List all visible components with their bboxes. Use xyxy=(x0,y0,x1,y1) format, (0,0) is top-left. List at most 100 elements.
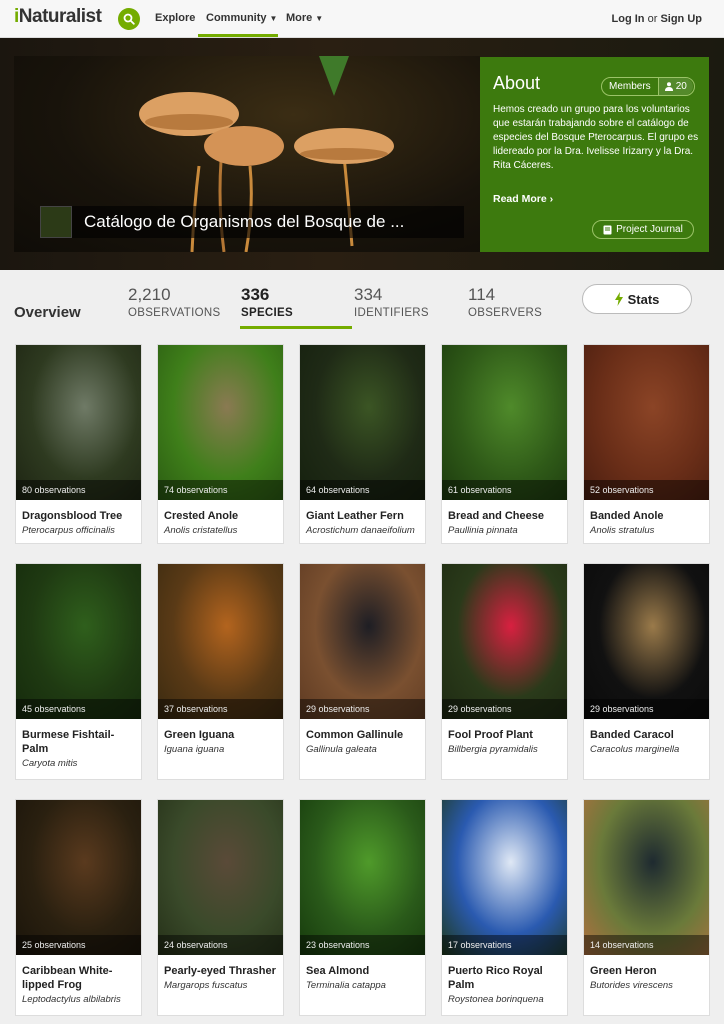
species-common-name[interactable]: Sea Almond xyxy=(300,955,425,978)
species-common-name[interactable]: Puerto Rico Royal Palm xyxy=(442,955,567,992)
species-scientific-name[interactable]: Caryota mitis xyxy=(16,756,141,770)
species-card[interactable]: 29 observations Fool Proof Plant Billbergi… xyxy=(441,563,568,780)
species-card[interactable]: 24 observations Pearly-eyed Thrasher Marga… xyxy=(157,799,284,1016)
species-scientific-name[interactable]: Caracolus marginella xyxy=(584,742,709,756)
species-scientific-name[interactable]: Leptodactylus albilabris xyxy=(16,992,141,1006)
species-scientific-name[interactable]: Pterocarpus officinalis xyxy=(16,523,141,537)
species-scientific-name[interactable]: Iguana iguana xyxy=(158,742,283,756)
species-photo[interactable]: 23 observations xyxy=(300,800,425,955)
search-icon xyxy=(123,13,135,25)
observers-count: 114 xyxy=(468,285,496,304)
species-card[interactable]: 37 observations Green Iguana Iguana iguana xyxy=(157,563,284,780)
inaturalist-logo[interactable]: iNaturalist xyxy=(14,6,102,28)
species-common-name[interactable]: Pearly-eyed Thrasher xyxy=(158,955,283,978)
project-thumbnail xyxy=(40,206,72,238)
species-scientific-name[interactable]: Butorides virescens xyxy=(584,978,709,992)
nav-community-label: Community xyxy=(206,12,267,24)
species-common-name[interactable]: Bread and Cheese xyxy=(442,500,567,523)
species-common-name[interactable]: Banded Anole xyxy=(584,500,709,523)
observation-count: 29 observations xyxy=(442,699,567,719)
nav-more[interactable]: More ▼ xyxy=(286,12,323,24)
species-photo[interactable]: 24 observations xyxy=(158,800,283,955)
species-photo[interactable]: 45 observations xyxy=(16,564,141,719)
species-card[interactable]: 23 observations Sea Almond Terminalia cata… xyxy=(299,799,426,1016)
species-common-name[interactable]: Dragonsblood Tree xyxy=(16,500,141,523)
species-photo[interactable]: 29 observations xyxy=(584,564,709,719)
read-more-link[interactable]: Read More › xyxy=(493,193,553,205)
species-photo[interactable]: 25 observations xyxy=(16,800,141,955)
chevron-right-icon: › xyxy=(549,193,554,205)
tab-species[interactable]: 336 SPECIES xyxy=(241,285,293,319)
tab-observations[interactable]: 2,210 OBSERVATIONS xyxy=(128,285,220,319)
species-card[interactable]: 25 observations Caribbean White-lipped Fr… xyxy=(15,799,142,1016)
login-link[interactable]: Log In xyxy=(612,13,645,25)
species-common-name[interactable]: Burmese Fishtail-Palm xyxy=(16,719,141,756)
species-common-name[interactable]: Banded Caracol xyxy=(584,719,709,742)
species-common-name[interactable]: Fool Proof Plant xyxy=(442,719,567,742)
species-card[interactable]: 29 observations Common Gallinule Gallinula… xyxy=(299,563,426,780)
species-scientific-name[interactable]: Anolis stratulus xyxy=(584,523,709,537)
read-more-label: Read More xyxy=(493,193,547,205)
observation-count: 37 observations xyxy=(158,699,283,719)
tab-observers[interactable]: 114 OBSERVERS xyxy=(468,285,542,319)
nav-explore[interactable]: Explore xyxy=(155,12,195,24)
members-button[interactable]: Members 20 xyxy=(601,77,695,96)
species-photo[interactable]: 37 observations xyxy=(158,564,283,719)
species-common-name[interactable]: Caribbean White-lipped Frog xyxy=(16,955,141,992)
species-photo[interactable]: 61 observations xyxy=(442,345,567,500)
species-card[interactable]: 45 observations Burmese Fishtail-Palm Cary… xyxy=(15,563,142,780)
signup-link[interactable]: Sign Up xyxy=(660,13,702,25)
nav-explore-label: Explore xyxy=(155,12,196,24)
species-scientific-name[interactable]: Gallinula galeata xyxy=(300,742,425,756)
about-description: Hemos creado un grupo para los voluntari… xyxy=(493,104,699,171)
identifiers-count: 334 xyxy=(354,285,383,304)
search-button[interactable] xyxy=(118,8,140,30)
species-photo[interactable]: 80 observations xyxy=(16,345,141,500)
species-photo[interactable]: 29 observations xyxy=(300,564,425,719)
species-scientific-name[interactable]: Paullinia pinnata xyxy=(442,523,567,537)
species-scientific-name[interactable]: Acrostichum danaeifolium xyxy=(300,523,425,537)
tab-identifiers[interactable]: 334 IDENTIFIERS xyxy=(354,285,429,319)
nav-more-label: More xyxy=(286,12,313,24)
species-card[interactable]: 61 observations Bread and Cheese Paullinia… xyxy=(441,344,568,544)
species-common-name[interactable]: Common Gallinule xyxy=(300,719,425,742)
observations-count: 2,210 xyxy=(128,285,171,304)
species-common-name[interactable]: Green Heron xyxy=(584,955,709,978)
species-photo[interactable]: 52 observations xyxy=(584,345,709,500)
observers-label: OBSERVERS xyxy=(468,307,543,319)
species-scientific-name[interactable]: Terminalia catappa xyxy=(300,978,425,992)
species-scientific-name[interactable]: Margarops fuscatus xyxy=(158,978,283,992)
species-scientific-name[interactable]: Billbergia pyramidalis xyxy=(442,742,567,756)
project-cover-photo: Catálogo de Organismos del Bosque de ... xyxy=(14,56,480,252)
about-heading: About xyxy=(493,73,541,93)
stats-button-label: Stats xyxy=(627,291,660,307)
observation-count: 80 observations xyxy=(16,480,141,500)
species-common-name[interactable]: Giant Leather Fern xyxy=(300,500,425,523)
species-photo[interactable]: 17 observations xyxy=(442,800,567,955)
species-photo[interactable]: 74 observations xyxy=(158,345,283,500)
species-photo[interactable]: 64 observations xyxy=(300,345,425,500)
community-active-indicator xyxy=(198,34,278,37)
species-photo[interactable]: 29 observations xyxy=(442,564,567,719)
species-scientific-name[interactable]: Roystonea borinquena xyxy=(442,992,567,1006)
species-common-name[interactable]: Green Iguana xyxy=(158,719,283,742)
observation-count: 25 observations xyxy=(16,935,141,955)
species-card[interactable]: 64 observations Giant Leather Fern Acrosti… xyxy=(299,344,426,544)
logo-text: Naturalist xyxy=(18,6,102,27)
species-card[interactable]: 74 observations Crested Anole Anolis crist… xyxy=(157,344,284,544)
project-journal-button[interactable]: Project Journal xyxy=(592,220,694,239)
species-card[interactable]: 29 observations Banded Caracol Caracolus m… xyxy=(583,563,710,780)
species-scientific-name[interactable]: Anolis cristatellus xyxy=(158,523,283,537)
species-card[interactable]: 80 observations Dragonsblood Tree Pterocar… xyxy=(15,344,142,544)
species-card[interactable]: 17 observations Puerto Rico Royal Palm Roy… xyxy=(441,799,568,1016)
tab-overview[interactable]: Overview xyxy=(14,304,81,321)
observation-count: 29 observations xyxy=(300,699,425,719)
species-card[interactable]: 14 observations Green Heron Butorides vire… xyxy=(583,799,710,1016)
species-common-name[interactable]: Crested Anole xyxy=(158,500,283,523)
stats-button[interactable]: Stats xyxy=(582,284,692,314)
nav-community[interactable]: Community ▼ xyxy=(206,12,277,24)
top-navbar: iNaturalist Explore Community ▼ More ▼ Log… xyxy=(0,0,724,38)
species-card[interactable]: 52 observations Banded Anole Anolis stratu… xyxy=(583,344,710,544)
species-active-indicator xyxy=(240,326,352,329)
species-photo[interactable]: 14 observations xyxy=(584,800,709,955)
